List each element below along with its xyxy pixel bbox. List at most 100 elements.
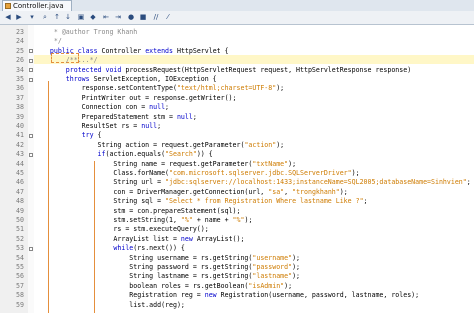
code-token: ); (339, 187, 348, 196)
code-line: stm.setString(1, "%" + name + "%"); (38, 216, 252, 225)
code-token: null (176, 112, 193, 121)
line-number: 26 (16, 56, 24, 65)
line-number: 52 (16, 234, 24, 243)
code-line: ResultSet rs = null; (38, 122, 161, 131)
code-line: String name = request.getParameter("txtN… (38, 160, 296, 169)
line-number: 37 (16, 93, 24, 102)
code-token: list.add(reg); (38, 300, 185, 309)
code-token: "com.microsoft.sqlserver.jdbc.SQLServerD… (169, 169, 352, 177)
code-line: PrintWriter out = response.getWriter(); (38, 94, 237, 103)
code-token: "sa" (268, 187, 285, 196)
code-token: ); (292, 253, 301, 262)
macro-record-icon[interactable]: ● (126, 13, 136, 22)
toggle-icon[interactable]: ◆ (88, 13, 98, 22)
line-number: 43 (16, 150, 24, 159)
code-token: Connection con = (38, 103, 150, 112)
code-token: "%" (232, 216, 245, 224)
code-line: /**...*/ (38, 56, 98, 65)
java-file-icon (5, 3, 11, 9)
fold-toggle-icon[interactable] (29, 49, 33, 54)
line-number: 34 (16, 65, 24, 74)
code-line: if(action.equals("Search")) { (38, 150, 213, 159)
uncomment-icon[interactable]: ⁄ (163, 13, 173, 22)
forward-icon[interactable]: ▶ (14, 13, 24, 22)
code-token: new (204, 291, 221, 300)
tab-controller-java[interactable]: Controller.java (2, 0, 72, 11)
code-line: PreparedStatement stm = null; (38, 113, 197, 122)
line-number: 45 (16, 169, 24, 177)
code-token: "lastname" (252, 272, 293, 281)
code-token: while (38, 244, 134, 253)
macro-stop-icon[interactable]: ■ (138, 13, 148, 22)
fold-toggle-icon[interactable] (29, 68, 33, 73)
history-icon[interactable]: ▾ (27, 13, 37, 22)
code-token: ); (292, 263, 301, 271)
fold-toggle-icon[interactable] (29, 246, 33, 251)
code-line: String sql = "Select * from Registration… (38, 197, 367, 206)
line-number: 51 (16, 225, 24, 234)
code-line: String lastname = rs.getString("lastname… (38, 272, 300, 281)
code-token: String url = (38, 178, 166, 187)
code-line: public class Controller extends HttpServ… (38, 47, 229, 56)
code-token: ); (276, 84, 285, 93)
code-token: response.setContentType( (38, 84, 177, 93)
code-token: PreparedStatement stm = (38, 112, 177, 121)
code-token: "trongkhanh" (292, 187, 340, 196)
code-token: protected void (38, 65, 126, 74)
next-icon[interactable]: ↓ (63, 13, 73, 22)
code-token: ); (351, 169, 360, 177)
code-token: String sql = (38, 197, 166, 206)
line-number: 24 (16, 37, 24, 46)
code-token: throws (38, 75, 94, 83)
code-line: try { (38, 131, 102, 140)
fold-toggle-icon[interactable] (29, 133, 33, 138)
shift-left-icon[interactable]: ⇤ (101, 13, 111, 22)
code-token: ArrayList list = (38, 234, 181, 243)
code-editor[interactable]: * @author Trong Khanh */ public class Co… (34, 25, 474, 313)
line-number: 56 (16, 272, 24, 281)
code-token: + name + (192, 216, 233, 224)
code-token: HttpServlet { (176, 46, 229, 55)
line-number: 42 (16, 140, 24, 149)
code-token: (rs.next()) { (133, 244, 185, 253)
code-token: /**...*/ (38, 56, 98, 65)
fold-toggle-icon[interactable] (29, 152, 33, 157)
code-token: "action" (244, 140, 277, 149)
code-token: stm.setString(1, (38, 216, 181, 224)
code-line: String password = rs.getString("password… (38, 263, 300, 272)
code-line: String action = request.getParameter("ac… (38, 140, 285, 150)
code-token: ResultSet rs = (38, 122, 142, 130)
code-token: try (38, 131, 98, 140)
editor-toolbar: ◀ ▶ ▾ ⌕ ↑ ↓ ▣ ◆ ⇤ ⇥ ● ■ // ⁄ (0, 11, 474, 25)
line-number: 58 (16, 291, 24, 300)
code-token: rs = stm.executeQuery(); (38, 225, 209, 234)
code-line: * @author Trong Khanh (38, 28, 137, 37)
prev-icon[interactable]: ↑ (52, 13, 62, 22)
line-number: 46 (16, 178, 24, 187)
code-line: String username = rs.getString("username… (38, 254, 300, 263)
code-token: ; (466, 178, 471, 187)
code-line: Connection con = null; (38, 103, 169, 112)
code-token: "text/html;charset=UTF-8" (176, 84, 277, 93)
code-line: while(rs.next()) { (38, 244, 185, 253)
find-icon[interactable]: ⌕ (40, 13, 50, 22)
fold-toggle-icon[interactable] (29, 58, 33, 63)
code-token: { (97, 131, 102, 140)
code-token: String username = rs.getString( (38, 253, 253, 262)
code-token: boolean roles = rs.getBoolean( (38, 281, 249, 290)
code-token: ); (288, 159, 297, 168)
code-token: extends (145, 46, 177, 55)
line-number: 54 (16, 253, 24, 262)
tab-title: Controller.java (13, 2, 64, 10)
code-token: * @author Trong Khanh (38, 28, 138, 36)
back-icon[interactable]: ◀ (3, 13, 13, 22)
code-token: , (284, 187, 293, 196)
code-token: )) { (196, 150, 213, 159)
code-line: list.add(reg); (38, 301, 185, 310)
shift-right-icon[interactable]: ⇥ (113, 13, 123, 22)
code-line: */ (38, 37, 62, 46)
comment-icon[interactable]: // (151, 13, 161, 22)
code-token: String action = request.getParameter( (38, 140, 245, 149)
select-icon[interactable]: ▣ (76, 13, 86, 22)
fold-toggle-icon[interactable] (29, 77, 33, 82)
